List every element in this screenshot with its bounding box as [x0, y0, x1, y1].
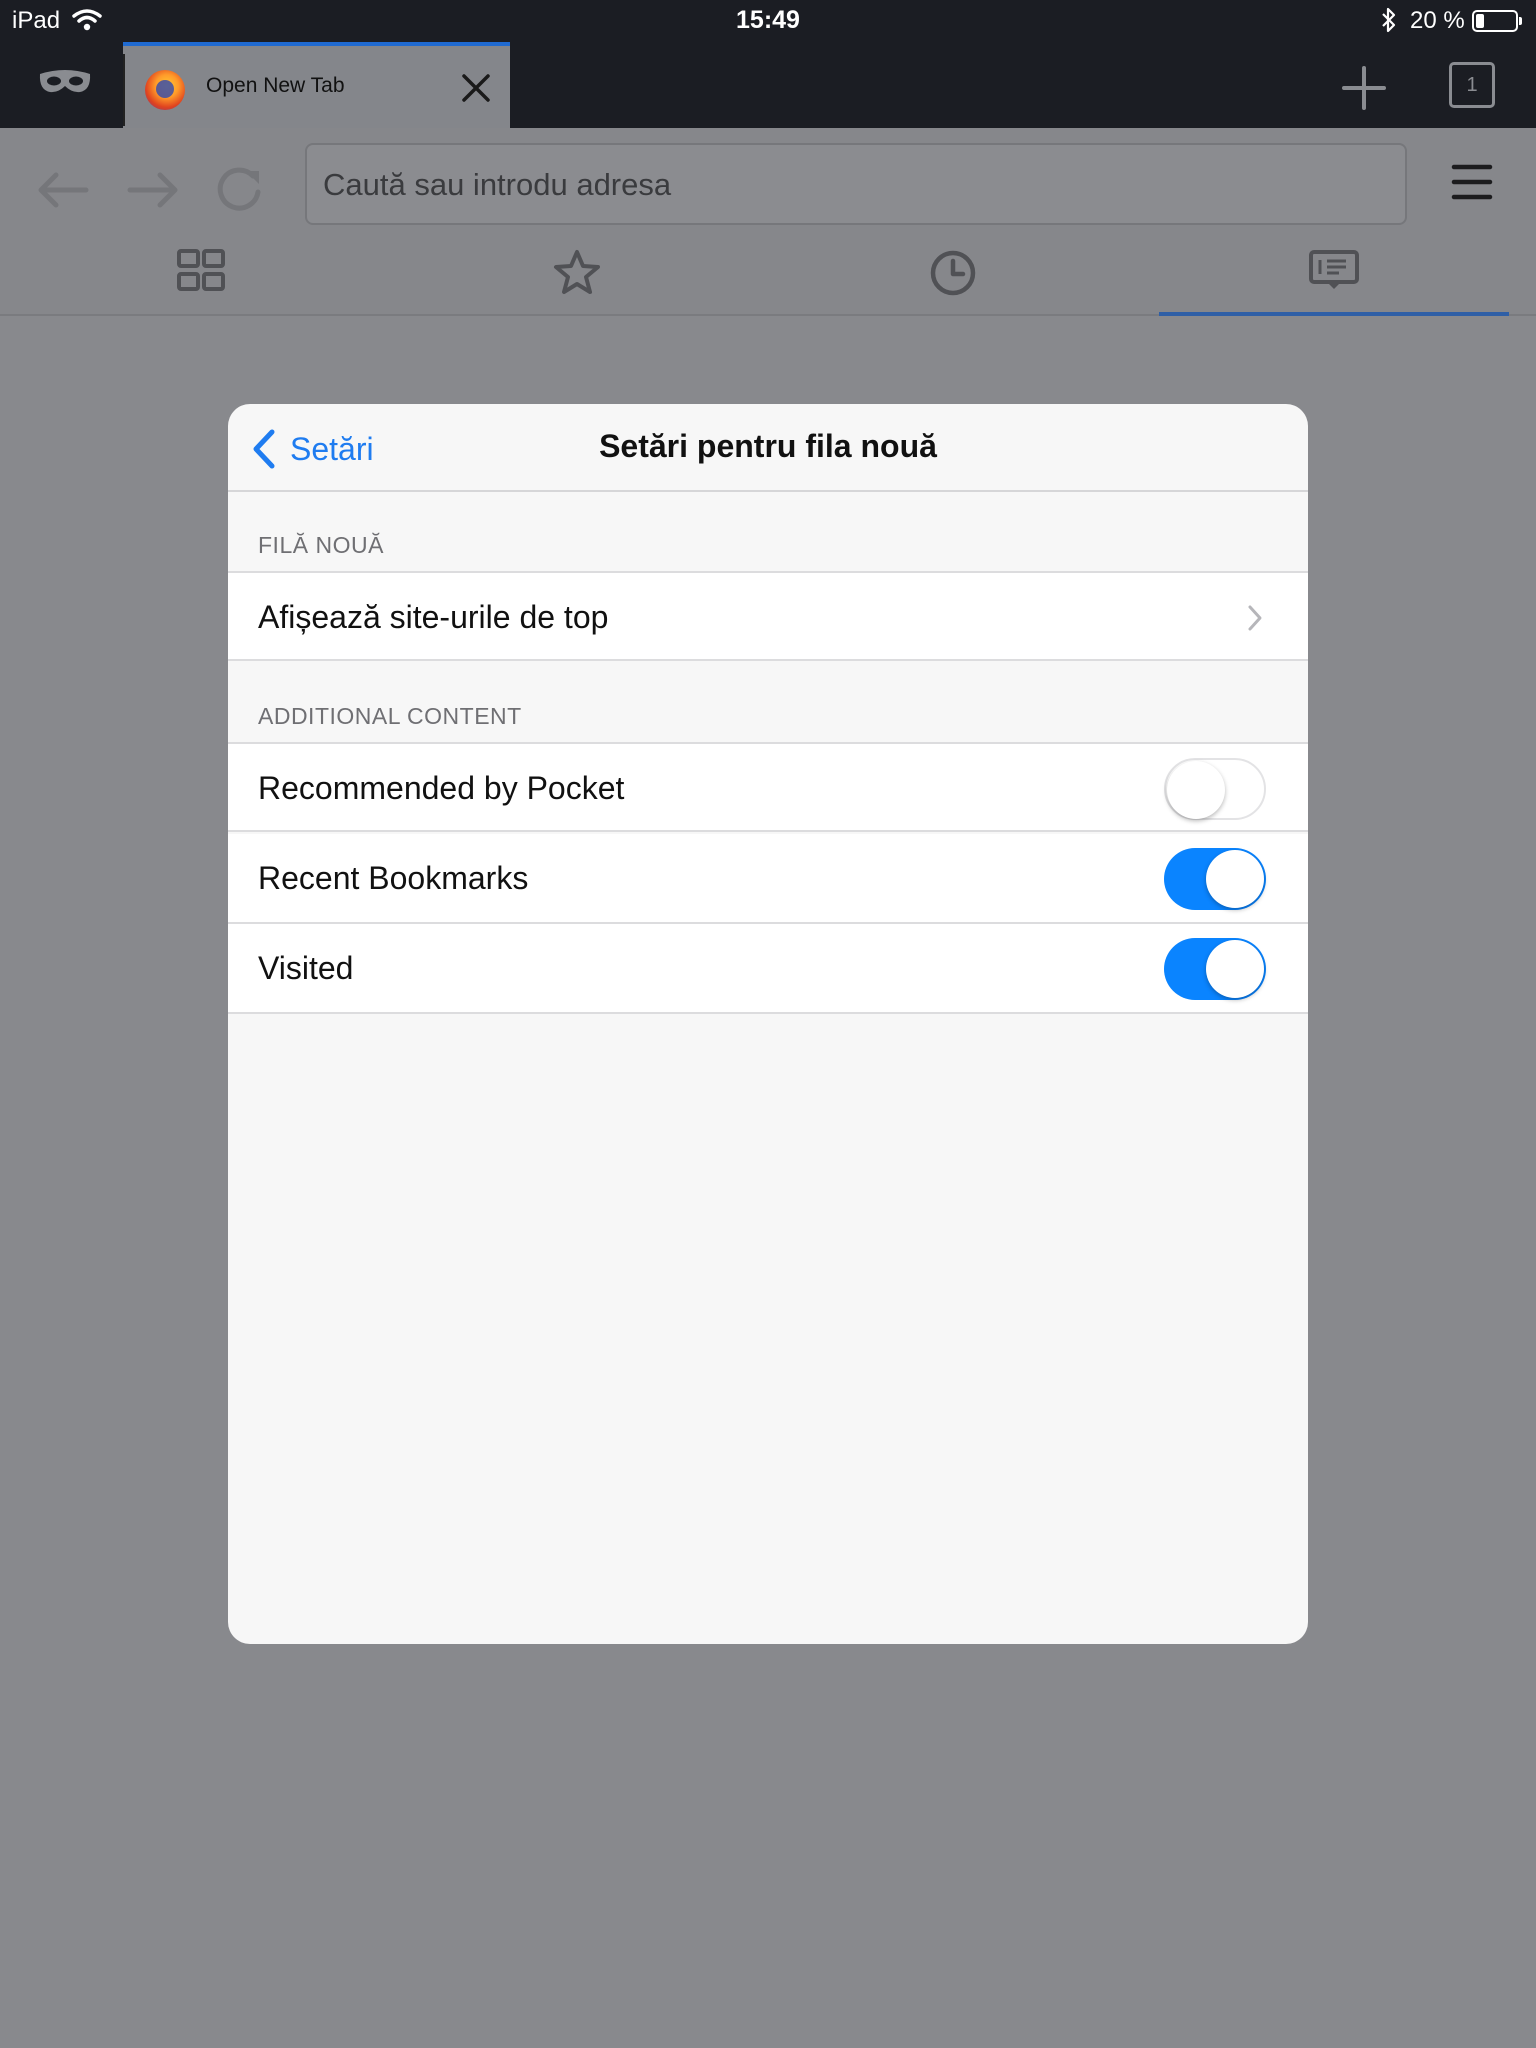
reading-list-icon [1309, 250, 1359, 289]
battery-percent: 20 % [1410, 7, 1465, 34]
back-arrow-icon[interactable] [32, 158, 96, 222]
section-header-additional-content: ADDITIONAL CONTENT [258, 703, 522, 729]
recent-bookmarks-toggle[interactable] [1164, 848, 1266, 910]
home-tab-top-sites[interactable] [13, 226, 389, 314]
search-address-input[interactable] [323, 163, 1383, 207]
row-label: Afișează site-urile de top [258, 599, 609, 635]
section-header-new-tab: FILĂ NOUĂ [258, 532, 384, 558]
battery-icon [1472, 10, 1522, 32]
history-clock-icon [930, 250, 976, 296]
tab-divider [123, 54, 125, 126]
battery-fill [1476, 14, 1484, 28]
settings-row-recent-bookmarks: Recent Bookmarks [228, 834, 1308, 924]
bluetooth-icon [1380, 7, 1398, 38]
row-label: Recommended by Pocket [258, 770, 625, 806]
private-browsing-mask-icon[interactable] [36, 62, 94, 102]
clock: 15:49 [736, 6, 800, 34]
settings-row-visited: Visited [228, 924, 1308, 1014]
top-sites-grid-icon [177, 249, 225, 291]
modal-title: Setări pentru fila nouă [599, 428, 937, 464]
url-bar[interactable] [305, 143, 1407, 225]
tab-title: Open New Tab [206, 74, 345, 97]
pocket-toggle[interactable] [1164, 758, 1266, 820]
home-tab-bookmarks[interactable] [389, 226, 765, 314]
hamburger-menu-icon[interactable] [1450, 160, 1494, 204]
new-tab-settings-modal: Setări Setări pentru fila nouă FILĂ NOUĂ… [228, 404, 1308, 1644]
forward-arrow-icon[interactable] [120, 158, 184, 222]
tab-bar: Open New Tab 1 [0, 40, 1536, 128]
firefox-logo-icon [145, 70, 185, 110]
browser-toolbar [0, 128, 1536, 316]
bookmarks-star-icon [554, 250, 600, 294]
close-tab-icon[interactable] [456, 68, 496, 108]
browser-tab[interactable]: Open New Tab [123, 42, 510, 128]
settings-row-top-sites[interactable]: Afișează site-urile de top [228, 571, 1308, 661]
home-tab-history[interactable] [765, 226, 1141, 314]
modal-header: Setări Setări pentru fila nouă [228, 404, 1308, 492]
row-label: Recent Bookmarks [258, 860, 529, 896]
row-label: Visited [258, 950, 354, 986]
settings-row-pocket: Recommended by Pocket [228, 742, 1308, 832]
toggle-knob [1167, 761, 1225, 819]
home-tab-reading-list[interactable] [1159, 226, 1509, 316]
visited-toggle[interactable] [1164, 938, 1266, 1000]
toggle-knob [1206, 940, 1264, 998]
toggle-knob [1206, 850, 1264, 908]
reload-icon[interactable] [208, 158, 272, 222]
tabs-tray-button[interactable]: 1 [1449, 62, 1495, 108]
new-tab-plus-icon[interactable] [1340, 64, 1388, 112]
chevron-right-icon [1248, 605, 1262, 631]
status-bar: iPad 15:49 20 % [0, 0, 1536, 40]
